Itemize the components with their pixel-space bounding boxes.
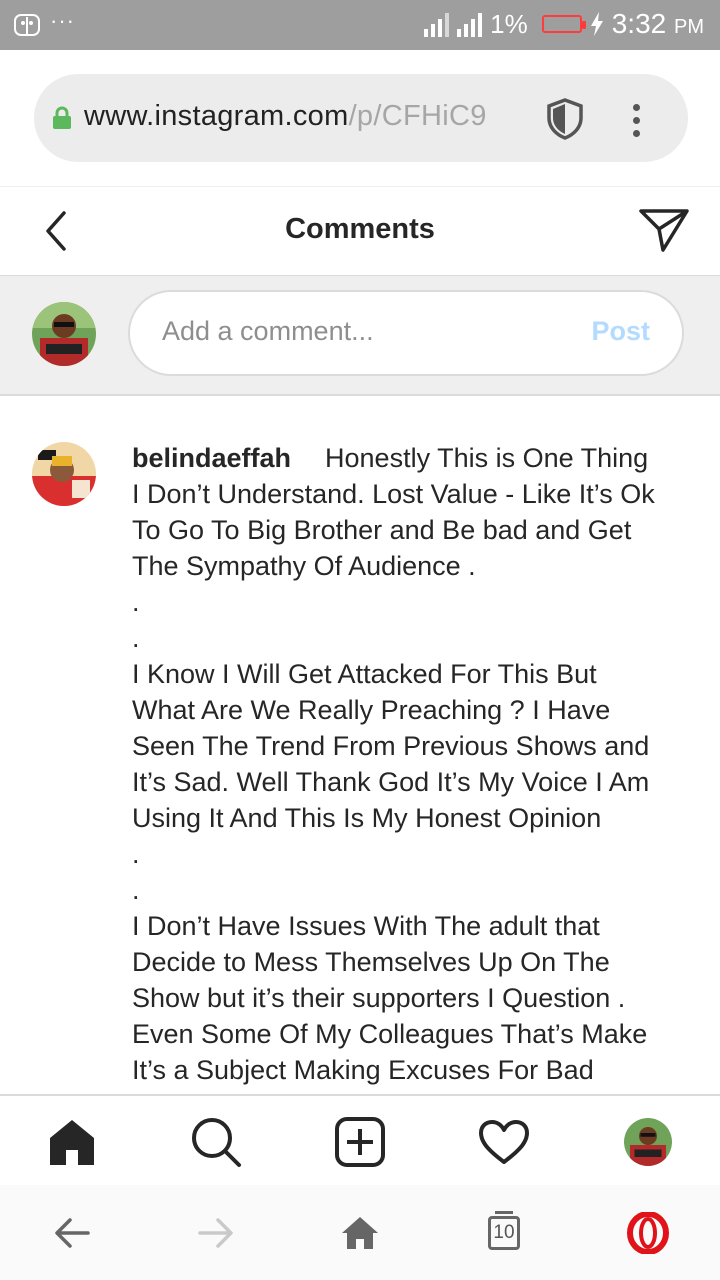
lock-icon: [53, 106, 71, 129]
comment-line: The Sympathy Of Audience .: [132, 551, 476, 581]
comment-input[interactable]: Add a comment... Post: [128, 290, 684, 376]
shield-icon[interactable]: [546, 98, 584, 140]
status-bar: ··· 1% 3:32 PM: [0, 0, 720, 50]
comment-line: It’s Sad. Well Thank God It’s My Voice I…: [132, 767, 650, 797]
home-icon: [342, 1217, 378, 1249]
comment-line: Using It And This Is My Honest Opinion: [132, 803, 602, 833]
avatar[interactable]: [32, 442, 96, 506]
post-button[interactable]: Post: [591, 316, 650, 347]
tabs-icon: 10: [488, 1211, 520, 1250]
comment-line: What Are We Really Preaching ? I Have: [132, 695, 611, 725]
comment-line: .: [132, 875, 140, 905]
nav-search[interactable]: [188, 1114, 244, 1170]
comment-line: Decide to Mess Themselves Up On The: [132, 947, 610, 977]
back-arrow-icon: [55, 1218, 90, 1248]
comment-line: I Don’t Understand. Lost Value - Like It…: [132, 479, 655, 509]
browser-home-button[interactable]: [336, 1209, 384, 1257]
comment-line: I Don’t Have Issues With The adult that: [132, 911, 600, 941]
comment-text: belindaeffah Honestly This is One Thing I…: [132, 440, 692, 1088]
comment-line: Show but it’s their supporters I Questio…: [132, 983, 626, 1013]
more-vertical-icon[interactable]: [626, 100, 646, 140]
avatar: [32, 302, 96, 366]
comment-line: It’s a Subject Making Excuses For Bad: [132, 1055, 594, 1085]
browser-back-button[interactable]: [48, 1209, 96, 1257]
comment-line: Seen The Trend From Previous Shows and: [132, 731, 650, 761]
comment-item: belindaeffah Honestly This is One Thing I…: [0, 396, 720, 1094]
browser-forward-button[interactable]: [192, 1209, 240, 1257]
comment-input-placeholder: Add a comment...: [162, 316, 374, 346]
battery-percent: 1%: [490, 8, 528, 39]
forward-arrow-icon: [198, 1218, 233, 1248]
comment-line: Honestly This is One Thing: [325, 443, 649, 473]
tab-count: 10: [493, 1222, 515, 1243]
battery-icon: [541, 15, 586, 33]
activity-heart-icon: [479, 1120, 529, 1164]
notification-app-icon: [14, 14, 40, 36]
opera-menu-button[interactable]: [624, 1209, 672, 1257]
profile-avatar: [624, 1118, 672, 1166]
nav-home[interactable]: [44, 1114, 100, 1170]
url-path: /p/CFHiC9: [348, 100, 487, 132]
comment-line: .: [132, 623, 140, 653]
comment-username[interactable]: belindaeffah: [132, 443, 291, 473]
comment-line: .: [132, 587, 140, 617]
url-field[interactable]: www.instagram.com/p/CFHiC9: [34, 74, 688, 162]
url-host: www.instagram.com: [84, 100, 349, 132]
comment-line: .: [132, 839, 140, 869]
charging-bolt-icon: [590, 12, 603, 36]
user-avatar-image: [32, 302, 96, 366]
comment-line: Even Some Of My Colleagues That’s Make: [132, 1019, 648, 1049]
browser-address-bar: www.instagram.com/p/CFHiC9: [0, 50, 720, 186]
comment-compose: Add a comment... Post: [0, 276, 720, 396]
browser-tabs-button[interactable]: 10: [480, 1209, 528, 1257]
signal-sim2-icon: [457, 11, 483, 37]
signal-sim1-icon: [424, 11, 450, 37]
notification-dots: ···: [50, 8, 75, 33]
profile-avatar-image: [624, 1118, 672, 1166]
commenter-avatar-image: [32, 442, 96, 506]
nav-activity[interactable]: [476, 1114, 532, 1170]
comment-line: To Go To Big Brother and Be bad and Get: [132, 515, 632, 545]
home-icon: [50, 1120, 94, 1165]
clock-time: 3:32: [611, 8, 667, 39]
url-text[interactable]: www.instagram.com/p/CFHiC9: [84, 100, 524, 133]
opera-icon: [627, 1212, 669, 1254]
clock: 3:32 PM: [612, 8, 704, 40]
nav-new-post[interactable]: [332, 1114, 388, 1170]
new-post-icon: [335, 1117, 385, 1167]
clock-ampm: PM: [674, 16, 704, 38]
browser-bottom-nav: 10: [0, 1185, 720, 1280]
page-title: Comments: [285, 213, 435, 245]
comment-line: I Know I Will Get Attacked For This But: [132, 659, 597, 689]
send-direct-icon[interactable]: [638, 207, 690, 253]
comments-header: Comments: [0, 186, 720, 277]
nav-profile[interactable]: [620, 1114, 676, 1170]
search-icon: [192, 1118, 241, 1167]
instagram-bottom-nav: [0, 1094, 720, 1187]
